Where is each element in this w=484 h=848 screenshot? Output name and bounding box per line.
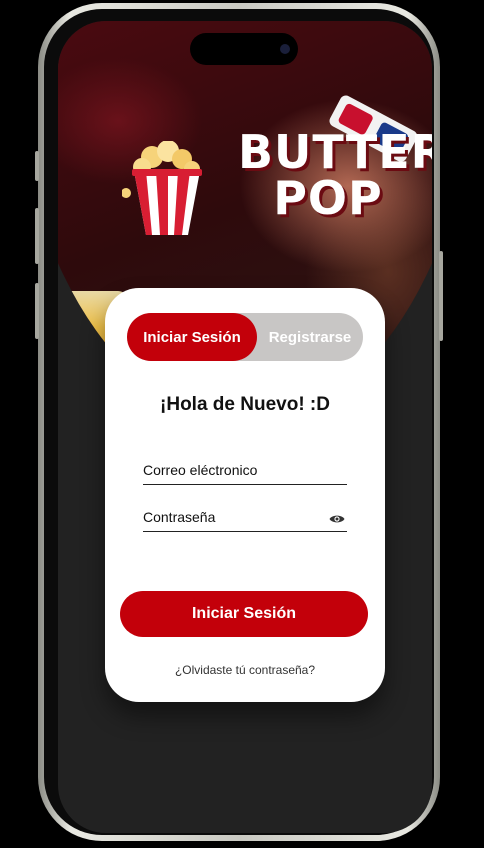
logo-line-1: BUTTER	[238, 125, 432, 179]
popcorn-logo-icon	[122, 141, 202, 235]
volume-up-button	[35, 208, 39, 264]
greeting-title: ¡Hola de Nuevo! :D	[160, 394, 330, 415]
logo-line-2: POP	[273, 171, 383, 225]
login-card: Iniciar Sesión Registrarse ¡Hola de Nuev…	[105, 288, 385, 702]
password-input[interactable]	[143, 509, 323, 525]
eye-icon[interactable]	[329, 513, 345, 525]
logo-wordmark: BUTTER POP	[238, 125, 432, 225]
butterpop-logo: BUTTER POP	[118, 129, 432, 239]
email-input[interactable]	[143, 462, 323, 478]
tab-register[interactable]: Registrarse	[257, 313, 363, 361]
email-field	[143, 448, 347, 485]
app-screen: BUTTER POP Iniciar Sesión Registrarse ¡H…	[58, 21, 432, 833]
power-button	[439, 251, 443, 341]
auth-tab-switch: Iniciar Sesión Registrarse	[127, 313, 363, 361]
phone-bezel: BUTTER POP Iniciar Sesión Registrarse ¡H…	[44, 9, 434, 835]
phone-frame: BUTTER POP Iniciar Sesión Registrarse ¡H…	[35, 3, 443, 841]
forgot-password-link[interactable]: ¿Olvidaste tú contraseña?	[105, 663, 385, 677]
silent-switch	[35, 151, 39, 181]
front-camera	[280, 44, 290, 54]
dynamic-island	[190, 33, 298, 65]
volume-down-button	[35, 283, 39, 339]
password-field	[143, 495, 347, 532]
login-button[interactable]: Iniciar Sesión	[120, 591, 368, 637]
tab-login[interactable]: Iniciar Sesión	[127, 313, 257, 361]
